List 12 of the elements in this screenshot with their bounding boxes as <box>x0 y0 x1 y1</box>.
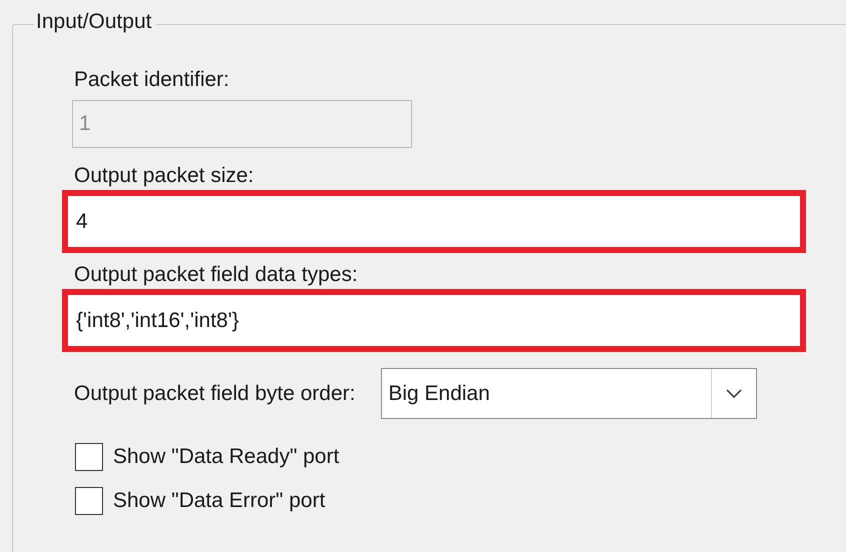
input-field[interactable]: {'int8','int16','int8'} <box>68 295 800 346</box>
input-field[interactable]: 4 <box>68 196 800 247</box>
dropdown[interactable]: Big Endian <box>381 368 758 419</box>
checkbox-label: Show "Data Error" port <box>113 489 326 513</box>
field-label: Output packet size: <box>73 164 255 188</box>
group-title: Input/Output <box>34 10 156 34</box>
checkbox[interactable] <box>75 487 103 515</box>
checkbox[interactable] <box>75 443 103 471</box>
checkbox-label: Show "Data Ready" port <box>113 445 340 469</box>
field-label: Output packet field byte order: <box>74 382 356 406</box>
field-label: Output packet field data types: <box>73 263 359 287</box>
field-label: Packet identifier: <box>73 68 230 92</box>
